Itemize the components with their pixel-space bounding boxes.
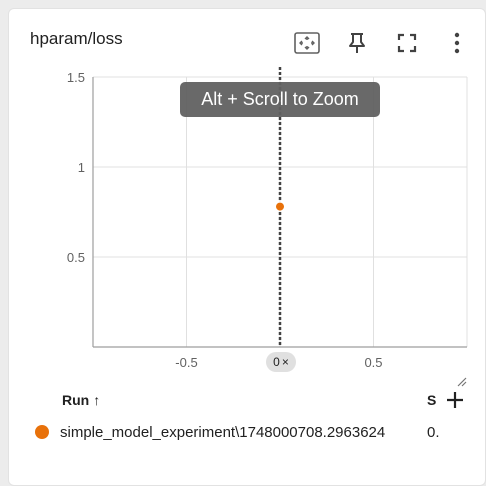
run-header-label: Run (62, 392, 90, 408)
run-value: 0. (427, 423, 440, 441)
fullscreen-icon (397, 33, 417, 53)
more-vert-icon (454, 32, 460, 54)
fit-domain-icon (294, 32, 320, 54)
pin-icon (349, 33, 365, 53)
card-title: hparam/loss (30, 29, 123, 48)
zoom-hint-tooltip: Alt + Scroll to Zoom (180, 82, 380, 117)
x-tick-label: 0.5 (364, 355, 382, 370)
data-point (275, 201, 285, 212)
run-name: simple_model_experiment\1748000708.29636… (60, 423, 386, 441)
y-tick-label: 0.5 (67, 250, 85, 265)
y-tick-label: 1.5 (67, 70, 85, 85)
sort-ascending-icon: ↑ (93, 392, 101, 408)
run-color-dot (35, 425, 49, 439)
add-icon (447, 392, 463, 408)
more-options-button[interactable] (442, 28, 472, 58)
run-column-header[interactable]: Run ↑ (62, 392, 100, 408)
second-column-header[interactable]: S (427, 392, 439, 408)
fullscreen-button[interactable] (392, 28, 422, 58)
x-cursor-value: 0 (273, 355, 280, 369)
x-tick-label: -0.5 (175, 355, 197, 370)
x-cursor-chip[interactable]: 0 × (266, 352, 296, 372)
add-column-button[interactable] (442, 387, 468, 413)
resize-handle-icon[interactable] (455, 375, 467, 387)
fit-domain-button[interactable] (292, 28, 322, 58)
scalar-card: hparam/loss 0.5 1 1.5 -0.5 0.5 Alt + Scroll … (8, 8, 486, 486)
table-row[interactable]: simple_model_experiment\1748000708.29636… (35, 421, 475, 443)
close-icon[interactable]: × (282, 355, 289, 369)
y-tick-label: 1 (78, 160, 85, 175)
pin-button[interactable] (342, 28, 372, 58)
